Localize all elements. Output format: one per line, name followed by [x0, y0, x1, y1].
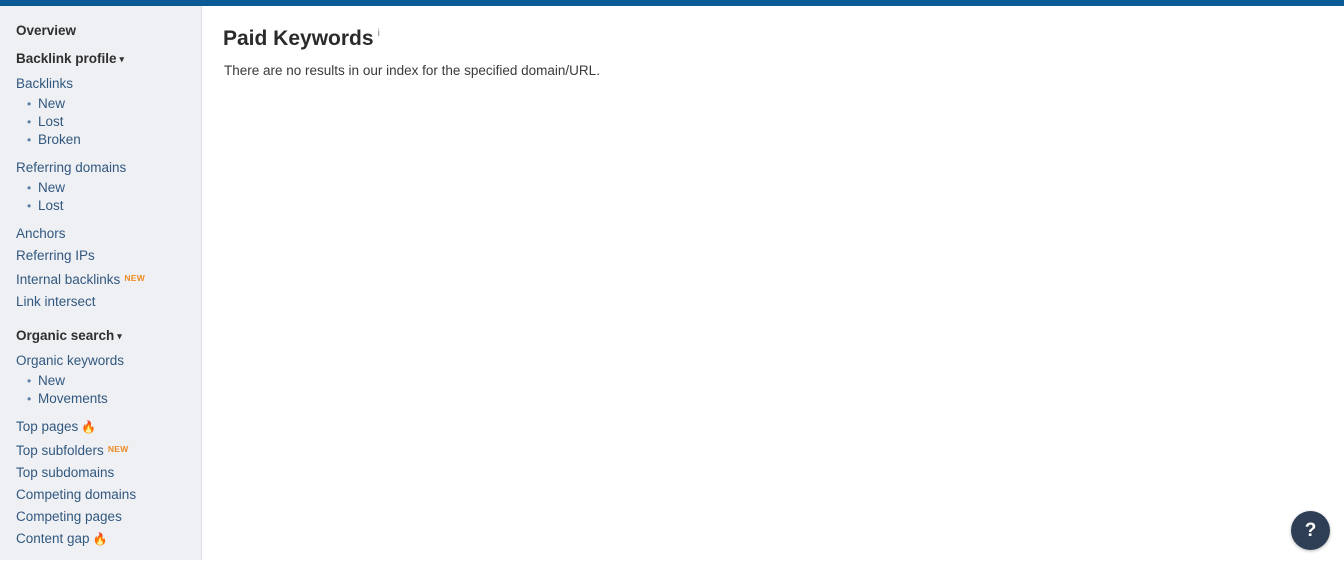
sidebar-item-backlinks-broken[interactable]: • Broken	[0, 131, 201, 149]
sidebar-section-organic-search[interactable]: Organic search ▾	[0, 325, 201, 348]
sidebar-item-referring-domains[interactable]: Referring domains	[0, 157, 201, 179]
sidebar-item-top-subfolders[interactable]: Top subfolders NEW	[0, 438, 201, 462]
sidebar-item-link-intersect[interactable]: Link intersect	[0, 291, 201, 313]
sidebar-item-label: Broken	[38, 132, 81, 147]
question-mark-icon: ?	[1304, 519, 1317, 541]
sidebar-item-backlinks-lost[interactable]: • Lost	[0, 113, 201, 131]
sidebar-item-top-subdomains[interactable]: Top subdomains	[0, 462, 201, 484]
info-icon[interactable]: i	[378, 28, 380, 39]
bullet-icon: •	[27, 199, 32, 213]
sidebar-item-label: Backlinks	[16, 76, 74, 91]
sidebar-item-anchors[interactable]: Anchors	[0, 223, 201, 245]
sidebar-navigation: Overview Backlink profile ▾ Backlinks • Ne…	[0, 6, 202, 560]
sidebar-item-top-pages[interactable]: Top pages 🔥	[0, 416, 201, 438]
main-content: Paid Keywords i There are no results in o…	[203, 6, 1344, 563]
sidebar-item-competing-pages[interactable]: Competing pages	[0, 506, 201, 528]
page-container: Overview Backlink profile ▾ Backlinks • Ne…	[0, 6, 1344, 563]
sidebar-item-referring-domains-new[interactable]: • New	[0, 179, 201, 197]
sidebar-item-organic-keywords-movements[interactable]: • Movements	[0, 390, 201, 408]
sidebar-item-organic-keywords-new[interactable]: • New	[0, 372, 201, 390]
sidebar-item-label: Lost	[38, 114, 64, 129]
sidebar-item-label: Lost	[38, 198, 64, 213]
sidebar-item-label: Movements	[38, 391, 108, 406]
sidebar-item-label: Link intersect	[16, 294, 96, 309]
sidebar-item-referring-ips[interactable]: Referring IPs	[0, 245, 201, 267]
sidebar-item-label: Organic keywords	[16, 353, 125, 368]
sidebar-section-organic-search-label: Organic search	[16, 328, 115, 343]
sidebar-item-label: New	[38, 96, 66, 111]
sidebar-item-competing-domains[interactable]: Competing domains	[0, 484, 201, 506]
bullet-icon: •	[27, 374, 32, 388]
sidebar-item-label: Top subdomains	[16, 465, 115, 480]
sidebar-item-backlinks-new[interactable]: • New	[0, 95, 201, 113]
bullet-icon: •	[27, 115, 32, 129]
bullet-icon: •	[27, 181, 32, 195]
sidebar-item-label: Anchors	[16, 226, 66, 241]
sidebar-item-backlinks[interactable]: Backlinks	[0, 73, 201, 95]
page-title: Paid Keywords i	[203, 6, 1344, 53]
flame-icon: 🔥	[92, 532, 108, 546]
sidebar-item-label: Top pages	[16, 419, 79, 434]
flame-icon: 🔥	[81, 420, 97, 434]
sidebar-item-label: Internal backlinks	[16, 272, 121, 287]
sidebar-item-label: Top subfolders	[16, 443, 104, 458]
sidebar-item-referring-domains-lost[interactable]: • Lost	[0, 197, 201, 215]
chevron-down-icon: ▾	[117, 331, 122, 341]
sidebar-item-label: Content gap	[16, 531, 90, 546]
empty-state-message: There are no results in our index for th…	[224, 63, 600, 78]
sidebar-item-internal-backlinks[interactable]: Internal backlinks NEW	[0, 267, 201, 291]
sidebar-section-backlink-profile-label: Backlink profile	[16, 51, 117, 66]
bullet-icon: •	[27, 392, 32, 406]
help-button[interactable]: ?	[1291, 511, 1330, 550]
new-badge: NEW	[107, 444, 129, 454]
sidebar-section-backlink-profile[interactable]: Backlink profile ▾	[0, 48, 201, 71]
new-badge: NEW	[124, 273, 146, 283]
sidebar-item-label: New	[38, 373, 66, 388]
sidebar-item-label: Competing domains	[16, 487, 137, 502]
bullet-icon: •	[27, 97, 32, 111]
sidebar-item-label: Referring domains	[16, 160, 127, 175]
sidebar-item-label: New	[38, 180, 66, 195]
chevron-down-icon: ▾	[119, 54, 125, 64]
sidebar-item-label: Referring IPs	[16, 248, 95, 263]
bullet-icon: •	[27, 133, 32, 147]
sidebar-item-overview[interactable]: Overview	[0, 20, 201, 42]
sidebar-item-label: Competing pages	[16, 509, 122, 524]
sidebar-overview-label: Overview	[16, 23, 77, 38]
page-title-text: Paid Keywords	[223, 27, 374, 50]
sidebar-item-organic-keywords[interactable]: Organic keywords	[0, 350, 201, 372]
sidebar-item-content-gap[interactable]: Content gap 🔥	[0, 528, 201, 550]
